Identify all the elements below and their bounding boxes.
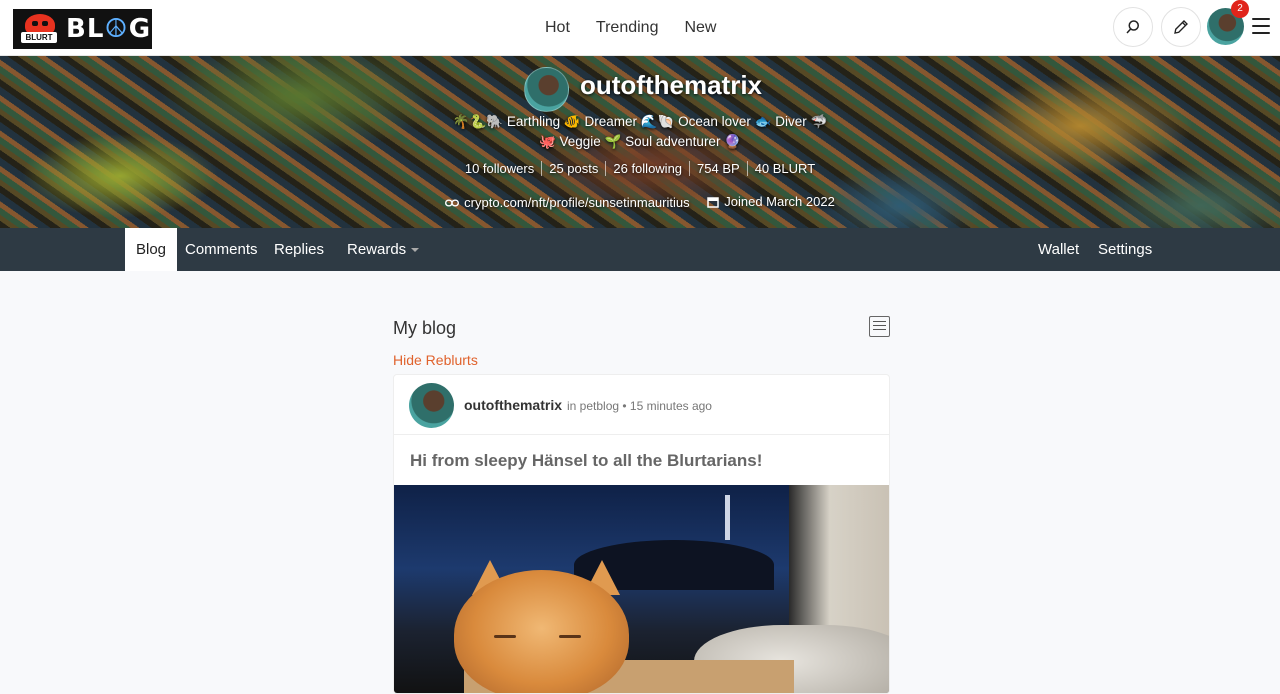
joined-text: Joined March 2022 — [724, 194, 835, 209]
following-count[interactable]: 26 following — [605, 161, 689, 176]
profile-stats: 10 followers 25 posts 26 following 754 BP 40… — [0, 161, 1280, 176]
list-view-icon[interactable] — [869, 316, 890, 337]
post-author[interactable]: outofthematrix — [464, 397, 562, 413]
top-header: BLURT BL☮G Hot Trending New 2 — [0, 0, 1280, 56]
peace-icon: ☮ — [104, 14, 129, 44]
link-icon — [445, 199, 460, 206]
nav-hot[interactable]: Hot — [545, 19, 570, 37]
tab-replies[interactable]: Replies — [263, 228, 335, 271]
profile-about: 🌴🐍🐘 Earthling 🐠 Dreamer 🌊🐚 Ocean lover 🐟… — [440, 112, 840, 152]
post-header: outofthematrix in petblog • 15 minutes a… — [394, 375, 889, 435]
tab-blog[interactable]: Blog — [125, 228, 178, 271]
menu-icon[interactable] — [1252, 18, 1270, 34]
posts-count: 25 posts — [541, 161, 605, 176]
profile-meta: crypto.com/nft/profile/sunsetinmauritius… — [0, 194, 1280, 211]
profile-cover: outofthematrix 🌴🐍🐘 Earthling 🐠 Dreamer 🌊… — [0, 56, 1280, 228]
hide-reblurts-link[interactable]: Hide Reblurts — [393, 352, 478, 368]
logo-text-left: BL — [66, 14, 105, 44]
profile-name: outofthematrix — [580, 70, 762, 100]
blurt-power: 754 BP — [689, 161, 747, 176]
logo-text: BL☮G — [66, 14, 151, 44]
search-icon — [1126, 20, 1139, 34]
page-title: My blog — [393, 318, 457, 338]
profile-about-line-1: 🌴🐍🐘 Earthling 🐠 Dreamer 🌊🐚 Ocean lover 🐟… — [452, 114, 828, 129]
author-avatar[interactable] — [409, 383, 454, 428]
tab-settings[interactable]: Settings — [1087, 228, 1163, 271]
pencil-icon — [1174, 20, 1188, 34]
tab-rewards-label: Rewards — [347, 241, 407, 258]
tab-comments[interactable]: Comments — [174, 228, 269, 271]
profile-about-line-2: 🐙 Veggie 🌱 Soul adventurer 🔮 — [538, 134, 742, 149]
blurt-balance: 40 BLURT — [746, 161, 822, 176]
post-thumbnail[interactable] — [394, 485, 889, 693]
nav-new[interactable]: New — [684, 19, 716, 37]
post-meta: in petblog • 15 minutes ago — [567, 399, 712, 413]
notification-badge: 2 — [1231, 0, 1249, 18]
profile-avatar — [524, 67, 569, 112]
website-text[interactable]: crypto.com/nft/profile/sunsetinmauritius — [464, 195, 689, 210]
calendar-icon — [707, 196, 719, 208]
nav-trending[interactable]: Trending — [596, 19, 659, 37]
post-title[interactable]: Hi from sleepy Hänsel to all the Blurtar… — [410, 451, 762, 471]
main-nav: Hot Trending New — [545, 0, 716, 56]
logo-badge-text: BLURT — [21, 32, 57, 43]
write-post-button[interactable] — [1161, 7, 1201, 47]
profile-joined: Joined March 2022 — [707, 194, 835, 209]
blurt-logo-icon: BLURT — [21, 14, 57, 44]
tab-wallet[interactable]: Wallet — [1027, 228, 1090, 271]
logo-text-right: G — [128, 14, 152, 44]
profile-tabs: Blog Comments Replies Rewards Wallet Set… — [0, 228, 1280, 271]
search-button[interactable] — [1113, 7, 1153, 47]
post-card: outofthematrix in petblog • 15 minutes a… — [393, 374, 890, 694]
followers-count[interactable]: 10 followers — [458, 161, 541, 176]
tab-rewards[interactable]: Rewards — [336, 228, 430, 271]
chevron-down-icon — [411, 248, 420, 253]
profile-website[interactable]: crypto.com/nft/profile/sunsetinmauritius — [445, 195, 690, 210]
site-logo[interactable]: BLURT BL☮G — [13, 9, 152, 49]
